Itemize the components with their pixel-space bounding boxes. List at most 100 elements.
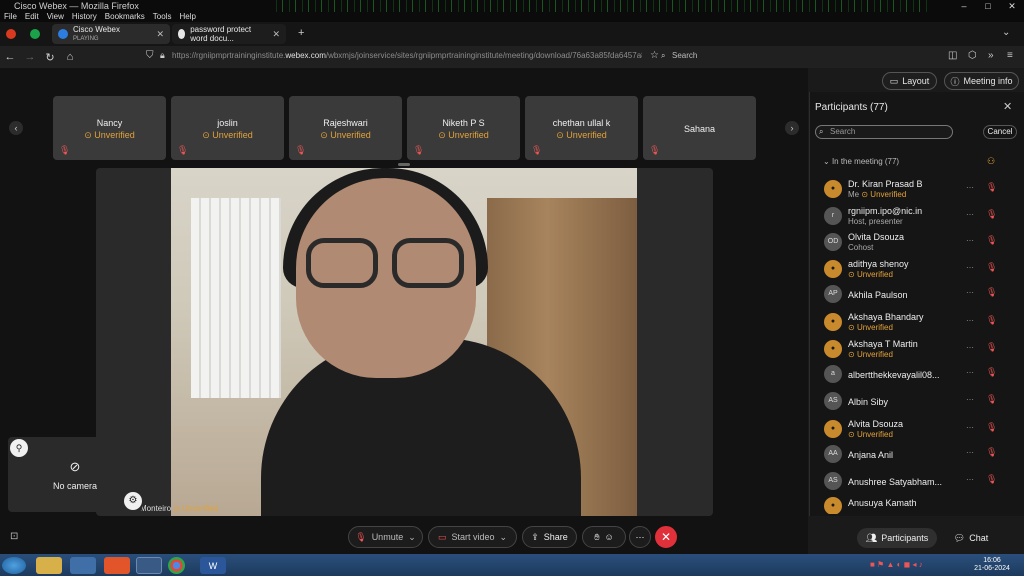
calculator-icon[interactable]	[70, 557, 96, 574]
participant-tile[interactable]: chethan ullal k ⊙ Unverified 🎙︎	[525, 96, 638, 160]
close-tab-icon[interactable]: ✕	[272, 29, 280, 40]
participant-row[interactable]: AP Akhila Paulson ⋯ 🎙︎	[820, 282, 1016, 308]
list-tabs-icon[interactable]: ⌄	[1002, 27, 1010, 38]
minimize-icon[interactable]: –	[952, 0, 976, 12]
muted-mic-icon[interactable]: 🎙︎	[986, 342, 997, 353]
more-icon[interactable]: ⋯	[966, 448, 974, 457]
tray-icons[interactable]: ■ ⚑ ▲ ◐ ◼ ◂ ♪	[870, 560, 923, 569]
participant-tile[interactable]: Rajeshwari ⊙ Unverified 🎙︎	[289, 96, 402, 160]
participant-options-icon[interactable]: ⚇	[987, 156, 995, 167]
captions-icon[interactable]: ⊡	[10, 531, 18, 542]
close-tab-icon[interactable]: ✕	[156, 29, 164, 40]
system-clock[interactable]: 16:06 21-06-2024	[972, 557, 1012, 573]
more-icon[interactable]: ⋯	[966, 236, 974, 245]
settings-gear-icon[interactable]: ⚙	[124, 492, 142, 510]
participant-row[interactable]: AS Albin Siby ⋯ 🎙︎	[820, 389, 1016, 415]
back-icon[interactable]: ←	[0, 51, 20, 63]
participant-search-input[interactable]: ⌕ Search	[815, 125, 953, 139]
more-icon[interactable]: ⋯	[966, 316, 974, 325]
in-meeting-section-header[interactable]: ⌄ In the meeting (77)	[823, 157, 899, 166]
menu-tools[interactable]: Tools	[153, 12, 172, 22]
search-box[interactable]: Search	[672, 51, 697, 60]
muted-mic-icon[interactable]: 🎙︎	[986, 474, 997, 485]
participant-row[interactable]: ● Dr. Kiran Prasad B Me ⊙ Unverified ⋯ 🎙︎	[820, 177, 1016, 203]
menu-help[interactable]: Help	[179, 12, 195, 22]
pocket-icon[interactable]: ◫	[948, 50, 957, 61]
start-video-button[interactable]: ▭ Start video ⌄	[428, 526, 517, 548]
participant-tile[interactable]: Niketh P S ⊙ Unverified 🎙︎	[407, 96, 520, 160]
more-icon[interactable]: ⋯	[966, 395, 974, 404]
participant-row[interactable]: ● Anusuya Kamath	[820, 494, 1016, 514]
firefox-taskbar-icon[interactable]	[136, 557, 162, 574]
meeting-info-button[interactable]: ⓘ Meeting info	[944, 72, 1019, 90]
forward-icon[interactable]: →	[20, 51, 40, 63]
start-button-icon[interactable]	[2, 557, 26, 574]
firefox-icon[interactable]	[6, 29, 16, 39]
more-icon[interactable]: ⋯	[966, 263, 974, 272]
muted-mic-icon[interactable]: 🎙︎	[986, 262, 997, 273]
overflow-icon[interactable]: »	[988, 50, 994, 61]
participants-button[interactable]: 👥︎ Participants	[857, 528, 937, 548]
participant-row[interactable]: OD Olvita Dsouza Cohost ⋯ 🎙︎	[820, 230, 1016, 256]
home-icon[interactable]: ⌂	[60, 51, 80, 63]
participant-tile[interactable]: Sahana 🎙︎	[643, 96, 756, 160]
muted-mic-icon[interactable]: 🎙︎	[986, 209, 997, 220]
chat-button[interactable]: 💬︎ Chat	[948, 528, 994, 548]
participant-row[interactable]: ● adithya shenoy ⊙ Unverified ⋯ 🎙︎	[820, 257, 1016, 283]
pin-icon[interactable]: ⚲	[10, 439, 28, 457]
muted-mic-icon[interactable]: 🎙︎	[986, 367, 997, 378]
close-panel-icon[interactable]: ✕	[1003, 100, 1012, 113]
participant-row[interactable]: ● Akshaya T Martin ⊙ Unverified ⋯ 🎙︎	[820, 337, 1016, 363]
menu-bookmarks[interactable]: Bookmarks	[105, 12, 145, 22]
layout-button[interactable]: ▭ Layout	[882, 72, 937, 90]
more-icon[interactable]: ⋯	[966, 288, 974, 297]
more-icon[interactable]: ⋯	[966, 423, 974, 432]
chrome-icon[interactable]	[168, 557, 185, 574]
muted-mic-icon[interactable]: 🎙︎	[986, 287, 997, 298]
muted-mic-icon[interactable]: 🎙︎	[986, 235, 997, 246]
more-icon[interactable]: ⋯	[966, 343, 974, 352]
more-icon[interactable]: ⋯	[966, 475, 974, 484]
leave-meeting-button[interactable]: ✕	[655, 526, 677, 548]
more-icon[interactable]: ⋯	[966, 368, 974, 377]
reload-icon[interactable]: ↻	[40, 51, 60, 64]
maximize-icon[interactable]: □	[976, 0, 1000, 12]
muted-mic-icon[interactable]: 🎙︎	[986, 182, 997, 193]
muted-mic-icon[interactable]: 🎙︎	[986, 394, 997, 405]
reactions-button[interactable]: ✋︎ ☺	[582, 526, 626, 548]
file-explorer-icon[interactable]	[36, 557, 62, 574]
unmute-button[interactable]: 🎙︎ Unmute ⌄	[348, 526, 423, 548]
tab-cisco-webex[interactable]: Cisco Webex PLAYING ✕	[52, 24, 170, 44]
brave-icon[interactable]	[104, 557, 130, 574]
menu-history[interactable]: History	[72, 12, 97, 22]
url-bar[interactable]: https://rgniipmprtraininginstitute.webex…	[172, 51, 642, 60]
menu-edit[interactable]: Edit	[25, 12, 39, 22]
share-button[interactable]: ⇪ Share	[522, 526, 577, 548]
next-page-icon[interactable]: ›	[785, 121, 799, 135]
lock-icon[interactable]: 🔒︎	[160, 50, 165, 61]
resize-handle[interactable]	[398, 163, 410, 166]
participant-row[interactable]: ● Akshaya Bhandary ⊙ Unverified ⋯ 🎙︎	[820, 310, 1016, 336]
muted-mic-icon[interactable]: 🎙︎	[986, 422, 997, 433]
new-tab-icon[interactable]: +	[298, 27, 304, 39]
muted-mic-icon[interactable]: 🎙︎	[986, 447, 997, 458]
more-options-button[interactable]: ⋯	[629, 526, 651, 548]
word-icon[interactable]: W	[200, 557, 226, 574]
participant-tile[interactable]: joslin ⊙ Unverified 🎙︎	[171, 96, 284, 160]
cancel-button[interactable]: Cancel	[983, 125, 1017, 139]
more-icon[interactable]: ⋯	[966, 210, 974, 219]
whatsapp-icon[interactable]	[30, 29, 40, 39]
close-window-icon[interactable]: ✕	[1000, 0, 1024, 12]
menu-file[interactable]: File	[4, 12, 17, 22]
tab-password-protect[interactable]: password protect word docu... ✕	[172, 24, 286, 44]
extensions-icon[interactable]: ⬡	[968, 50, 977, 61]
bookmark-star-icon[interactable]: ☆	[650, 50, 659, 61]
participant-row[interactable]: AS Anushree Satyabham... ⋯ 🎙︎	[820, 469, 1016, 495]
shield-icon[interactable]: ⛉	[146, 50, 154, 61]
menu-icon[interactable]: ≡	[1007, 50, 1013, 61]
participant-tile[interactable]: Nancy ⊙ Unverified 🎙︎	[53, 96, 166, 160]
participant-row[interactable]: a albertthekkevayalil08... ⋯ 🎙︎	[820, 362, 1016, 388]
more-icon[interactable]: ⋯	[966, 183, 974, 192]
participant-row[interactable]: AA Anjana Anil ⋯ 🎙︎	[820, 442, 1016, 468]
previous-page-icon[interactable]: ‹	[9, 121, 23, 135]
